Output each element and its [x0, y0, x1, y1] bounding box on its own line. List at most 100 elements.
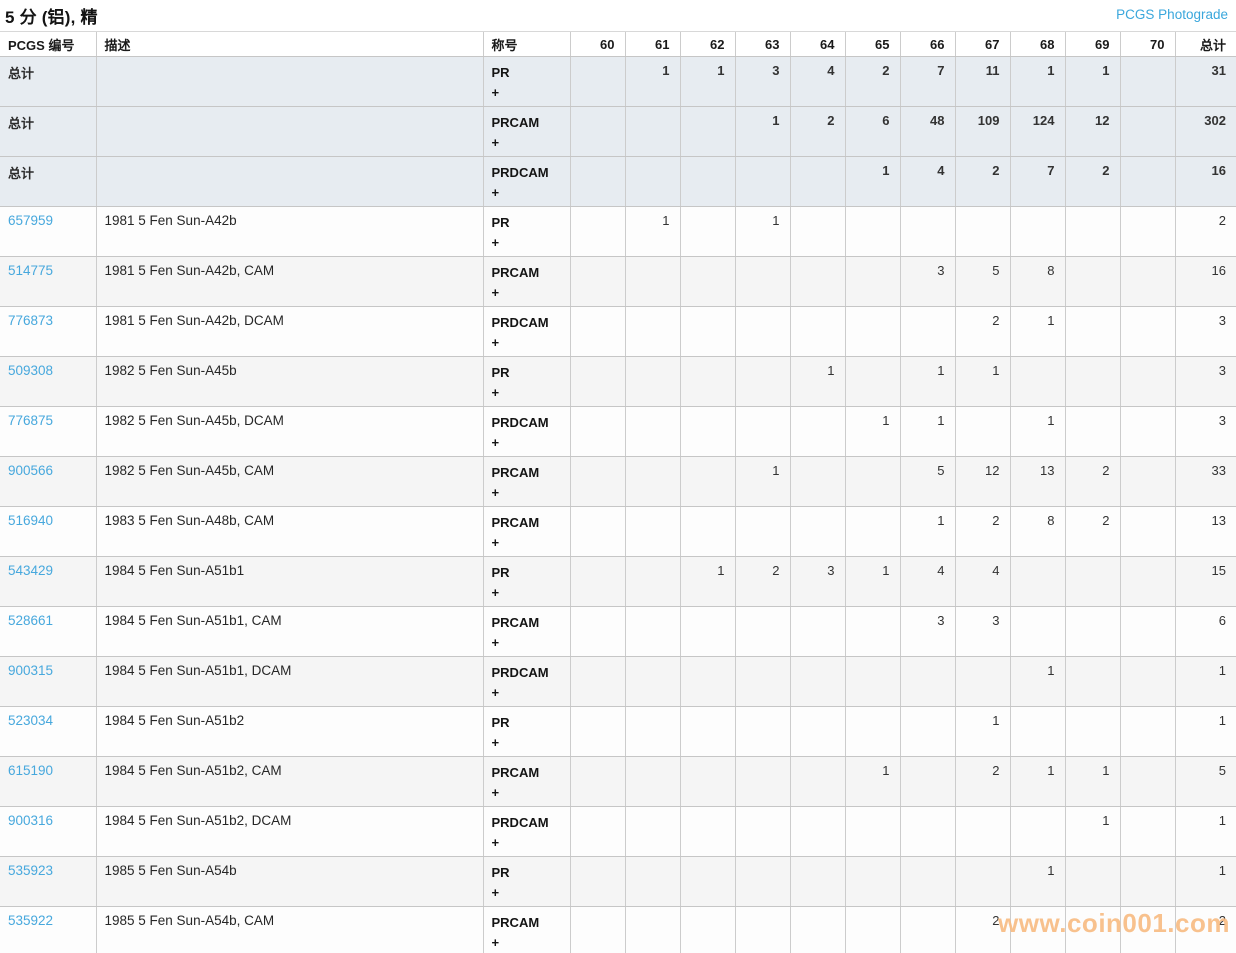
- grade-count-cell-70: [1120, 157, 1175, 207]
- grade-count-cell-68: 13: [1010, 457, 1065, 507]
- grade-count-cell-69: 1: [1065, 57, 1120, 107]
- grade-count-cell-69: [1065, 657, 1120, 707]
- grade-count-cell-64: 3: [790, 557, 845, 607]
- grade-count-cell-69: [1065, 907, 1120, 953]
- grade-count-cell-61: [625, 507, 680, 557]
- grade-count-cell-68: [1010, 607, 1065, 657]
- grade-count-cell-68: 1: [1010, 857, 1065, 907]
- pcgs-number-link[interactable]: 776873: [8, 313, 53, 328]
- pcgs-number-cell: 514775: [0, 257, 96, 307]
- designation-cell: PRCAM+: [483, 757, 570, 807]
- pcgs-number-link[interactable]: 509308: [8, 363, 53, 378]
- pcgs-number-link[interactable]: 900566: [8, 463, 53, 478]
- coin-description: 1981 5 Fen Sun-A42b, CAM: [105, 263, 275, 278]
- grade-count-cell-60: [570, 907, 625, 953]
- pcgs-number-link[interactable]: 900316: [8, 813, 53, 828]
- pcgs-number-link[interactable]: 900315: [8, 663, 53, 678]
- header-cell-grade-63: 63: [735, 32, 790, 57]
- designation-cell: PRDCAM+: [483, 657, 570, 707]
- grade-count-cell-67: 1: [955, 707, 1010, 757]
- grade-count-cell-64: [790, 857, 845, 907]
- coin-description: 1981 5 Fen Sun-A42b: [105, 213, 237, 228]
- grade-count-cell-61: [625, 457, 680, 507]
- pcgs-number-link[interactable]: 535922: [8, 913, 53, 928]
- grade-count-cell-67: [955, 657, 1010, 707]
- total-count-cell: 1: [1175, 807, 1236, 857]
- header-cell-description: 描述: [96, 32, 483, 57]
- header-cell-grade-66: 66: [900, 32, 955, 57]
- total-count-cell: 5: [1175, 757, 1236, 807]
- grade-count-cell-61: [625, 757, 680, 807]
- grade-count-cell-70: [1120, 307, 1175, 357]
- designation-label: PRCAM: [492, 113, 562, 133]
- pcgs-number-cell: 900315: [0, 657, 96, 707]
- grade-count-cell-67: 3: [955, 607, 1010, 657]
- grade-count-cell-64: 4: [790, 57, 845, 107]
- grade-count-cell-62: [680, 907, 735, 953]
- grade-count-cell-60: [570, 457, 625, 507]
- grade-count-cell-63: [735, 857, 790, 907]
- photograde-link[interactable]: PCGS Photograde: [1116, 3, 1232, 22]
- grade-count-cell-70: [1120, 457, 1175, 507]
- pcgs-number-link[interactable]: 615190: [8, 763, 53, 778]
- grade-count-cell-62: [680, 757, 735, 807]
- designation-cell: PRCAM+: [483, 607, 570, 657]
- total-count-cell: 16: [1175, 157, 1236, 207]
- grade-count-cell-60: [570, 407, 625, 457]
- grade-count-cell-70: [1120, 507, 1175, 557]
- grade-count-cell-63: [735, 407, 790, 457]
- grade-count-cell-61: 1: [625, 207, 680, 257]
- total-count-cell: 2: [1175, 907, 1236, 953]
- pcgs-number-link[interactable]: 523034: [8, 713, 53, 728]
- grade-count-cell-66: 7: [900, 57, 955, 107]
- grade-count-cell-67: 2: [955, 907, 1010, 953]
- table-row: 9003161984 5 Fen Sun-A51b2, DCAMPRDCAM+1…: [0, 807, 1236, 857]
- total-count-cell: 2: [1175, 207, 1236, 257]
- pcgs-number-cell: 509308: [0, 357, 96, 407]
- grade-count-cell-69: [1065, 357, 1120, 407]
- grade-count-cell-62: [680, 707, 735, 757]
- grade-count-cell-69: [1065, 207, 1120, 257]
- pcgs-number-cell: 535923: [0, 857, 96, 907]
- designation-label: PRCAM: [492, 263, 562, 283]
- grade-count-cell-64: [790, 207, 845, 257]
- grade-count-cell-65: [845, 457, 900, 507]
- pcgs-number-link[interactable]: 543429: [8, 563, 53, 578]
- designation-plus-label: +: [492, 83, 562, 103]
- pcgs-number-link[interactable]: 657959: [8, 213, 53, 228]
- pcgs-number-link[interactable]: 528661: [8, 613, 53, 628]
- total-count-cell: 31: [1175, 57, 1236, 107]
- table-row: 6579591981 5 Fen Sun-A42bPR+112: [0, 207, 1236, 257]
- grade-count-cell-63: [735, 307, 790, 357]
- grade-count-cell-64: [790, 157, 845, 207]
- header-cell-grade-67: 67: [955, 32, 1010, 57]
- description-cell: 1984 5 Fen Sun-A51b2, CAM: [96, 757, 483, 807]
- grade-count-cell-68: 7: [1010, 157, 1065, 207]
- coin-description: 1982 5 Fen Sun-A45b, DCAM: [105, 413, 284, 428]
- grade-count-cell-67: 109: [955, 107, 1010, 157]
- grade-count-cell-62: [680, 257, 735, 307]
- summary-row: 总计PRCAM+1264810912412302: [0, 107, 1236, 157]
- grade-count-cell-60: [570, 257, 625, 307]
- grade-count-cell-62: [680, 207, 735, 257]
- grade-count-cell-64: [790, 257, 845, 307]
- pcgs-number-link[interactable]: 516940: [8, 513, 53, 528]
- designation-cell: PRDCAM+: [483, 307, 570, 357]
- coin-description: 1984 5 Fen Sun-A51b1, CAM: [105, 613, 282, 628]
- designation-plus-label: +: [492, 233, 562, 253]
- grade-count-cell-67: 2: [955, 507, 1010, 557]
- grade-count-cell-65: [845, 257, 900, 307]
- designation-label: PR: [492, 713, 562, 733]
- coin-description: 1982 5 Fen Sun-A45b, CAM: [105, 463, 275, 478]
- designation-cell: PR+: [483, 207, 570, 257]
- grade-count-cell-63: 3: [735, 57, 790, 107]
- pcgs-number-link[interactable]: 776875: [8, 413, 53, 428]
- grade-count-cell-61: [625, 107, 680, 157]
- pcgs-number-link[interactable]: 535923: [8, 863, 53, 878]
- grade-count-cell-68: 124: [1010, 107, 1065, 157]
- grade-count-cell-61: [625, 307, 680, 357]
- pcgs-number-link[interactable]: 514775: [8, 263, 53, 278]
- designation-cell: PRCAM+: [483, 457, 570, 507]
- designation-cell: PR+: [483, 707, 570, 757]
- grade-count-cell-69: 1: [1065, 807, 1120, 857]
